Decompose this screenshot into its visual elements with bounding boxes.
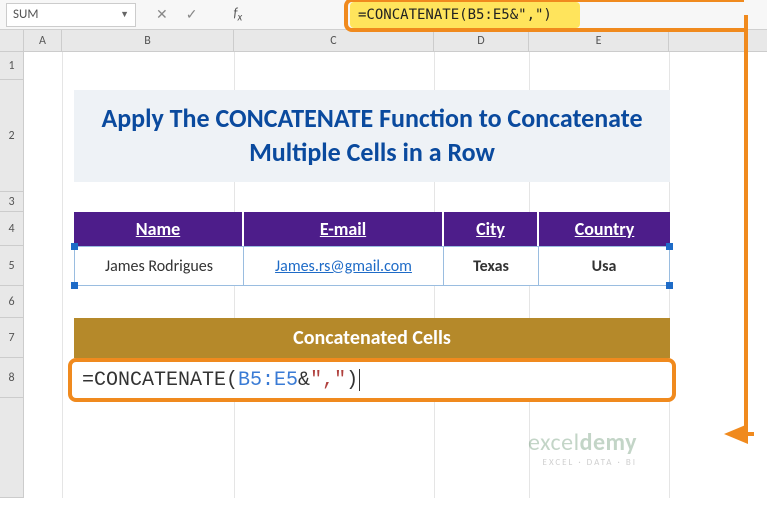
title-merged-cell[interactable]: Apply The CONCATENATE Function to Concat… bbox=[74, 90, 670, 182]
table-header-row: Name E-mail City Country bbox=[74, 212, 670, 246]
formula-bar-input[interactable]: =CONCATENATE(B5:E5&",") bbox=[350, 2, 580, 28]
cell-city[interactable]: Texas bbox=[444, 246, 539, 286]
callout-connector bbox=[744, 15, 748, 440]
active-formula-cell[interactable]: =CONCATENATE(B5:E5&",") bbox=[68, 358, 676, 402]
row-header-7[interactable]: 7 bbox=[0, 318, 23, 358]
cells-area[interactable]: Apply The CONCATENATE Function to Concat… bbox=[24, 52, 767, 498]
title-text: Apply The CONCATENATE Function to Concat… bbox=[94, 102, 650, 170]
col-header-e[interactable]: E bbox=[529, 30, 669, 51]
row-header-2[interactable]: 2 bbox=[0, 80, 23, 192]
formula-op: & bbox=[298, 369, 310, 392]
fx-icon[interactable]: fx bbox=[233, 6, 242, 24]
row-header-6[interactable]: 6 bbox=[0, 286, 23, 318]
enter-icon[interactable]: ✓ bbox=[186, 6, 198, 23]
callout-arrowhead bbox=[724, 424, 748, 444]
header-country[interactable]: Country bbox=[539, 212, 670, 246]
header-email[interactable]: E-mail bbox=[244, 212, 444, 246]
row-header-8[interactable]: 8 bbox=[0, 358, 23, 398]
formula-bar-row: SUM ▼ ✕ ✓ fx =CONCATENATE(B5:E5&",") bbox=[0, 0, 767, 30]
selection-handle bbox=[666, 282, 673, 289]
gridline bbox=[62, 52, 63, 498]
cell-name[interactable]: James Rodrigues bbox=[74, 246, 244, 286]
row-header-blank bbox=[0, 398, 23, 498]
watermark: exceldemy EXCEL · DATA · BI bbox=[528, 428, 637, 468]
cancel-icon[interactable]: ✕ bbox=[156, 6, 168, 23]
text-cursor bbox=[359, 369, 360, 391]
table-data-row: James Rodrigues James.rs@gmail.com Texas… bbox=[74, 246, 670, 286]
grid: 1 2 3 4 5 6 7 8 Apply The CONCATENATE Fu… bbox=[0, 52, 767, 498]
header-city[interactable]: City bbox=[444, 212, 539, 246]
col-header-a[interactable]: A bbox=[24, 30, 62, 51]
col-header-c[interactable]: C bbox=[234, 30, 434, 51]
selection-handle bbox=[666, 243, 673, 250]
formula-bar-text: =CONCATENATE(B5:E5&",") bbox=[358, 7, 552, 23]
formula-ref: B5:E5 bbox=[238, 369, 298, 392]
formula-prefix: =CONCATENATE( bbox=[82, 369, 238, 392]
row-headers: 1 2 3 4 5 6 7 8 bbox=[0, 52, 24, 498]
formula-buttons: ✕ ✓ fx bbox=[156, 6, 242, 24]
header-name[interactable]: Name bbox=[74, 212, 244, 246]
col-header-d[interactable]: D bbox=[434, 30, 529, 51]
row-header-5[interactable]: 5 bbox=[0, 246, 23, 286]
row-header-1[interactable]: 1 bbox=[0, 52, 23, 80]
name-box[interactable]: SUM ▼ bbox=[6, 3, 136, 27]
select-all-corner[interactable] bbox=[0, 30, 24, 51]
column-headers: A B C D E bbox=[0, 30, 767, 52]
chevron-down-icon[interactable]: ▼ bbox=[120, 9, 129, 20]
col-header-b[interactable]: B bbox=[62, 30, 234, 51]
row-header-4[interactable]: 4 bbox=[0, 212, 23, 246]
cell-email[interactable]: James.rs@gmail.com bbox=[244, 246, 444, 286]
formula-suffix: ) bbox=[346, 369, 358, 392]
formula-string: "," bbox=[310, 369, 346, 392]
selection-handle bbox=[71, 282, 78, 289]
cell-country[interactable]: Usa bbox=[539, 246, 670, 286]
row-header-3[interactable]: 3 bbox=[0, 192, 23, 212]
name-box-value: SUM bbox=[13, 7, 38, 22]
watermark-brand: exceldemy bbox=[528, 428, 637, 457]
selection-handle bbox=[71, 243, 78, 250]
watermark-tag: EXCEL · DATA · BI bbox=[528, 457, 637, 468]
concat-header-cell[interactable]: Concatenated Cells bbox=[74, 318, 670, 358]
